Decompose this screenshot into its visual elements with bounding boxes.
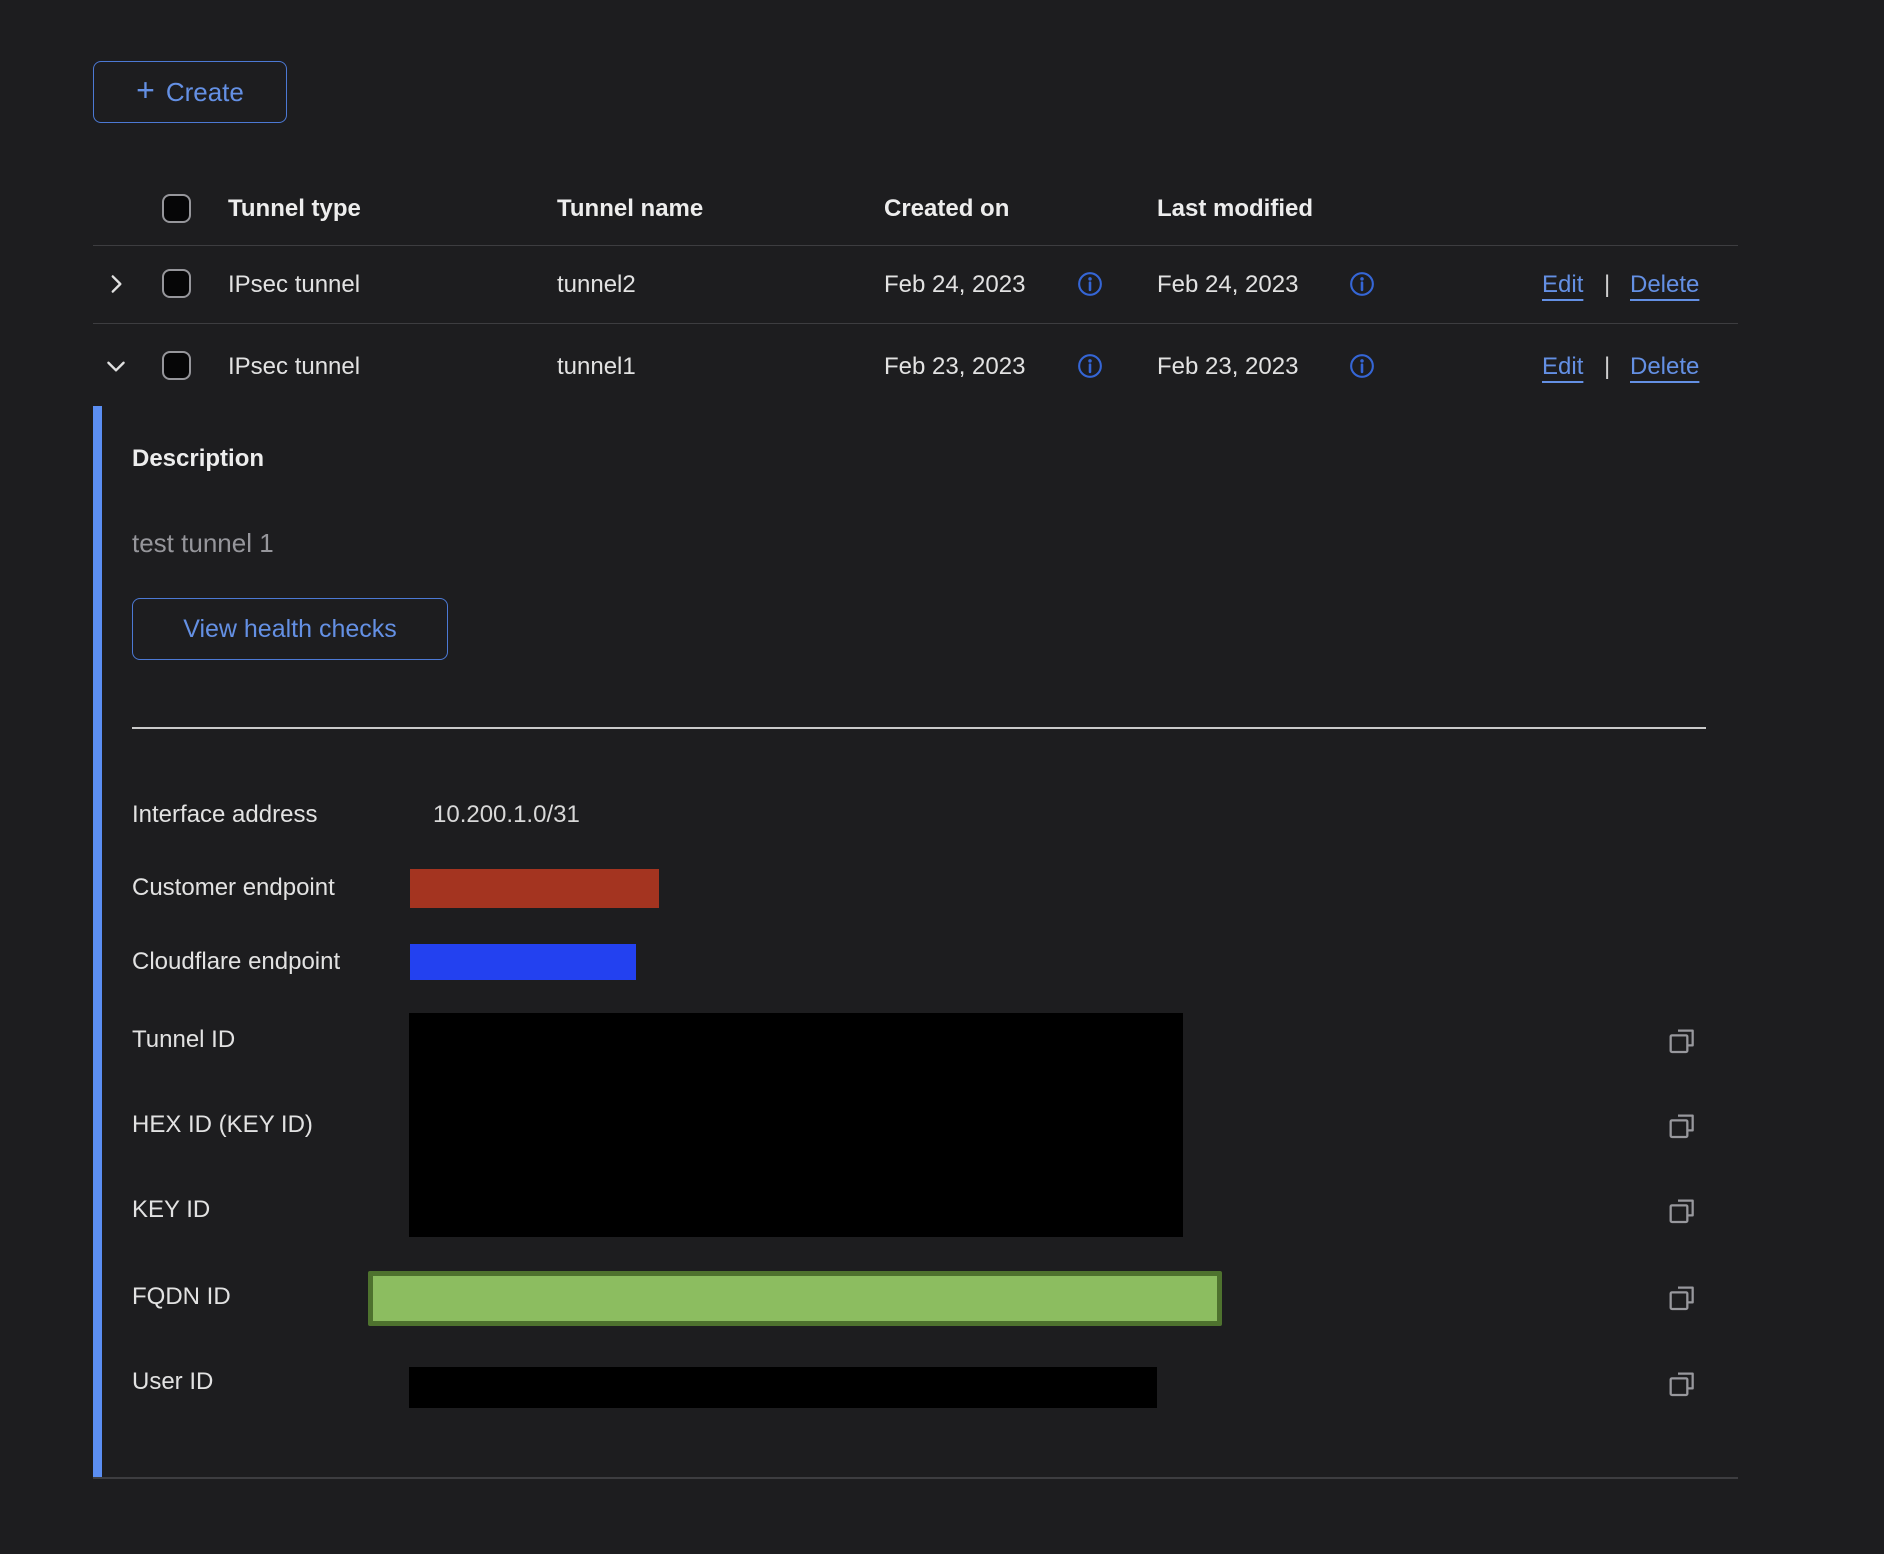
copy-icon (1666, 1367, 1698, 1399)
last-modified-info-icon[interactable] (1348, 270, 1376, 303)
tunnel-id-label: Tunnel ID (132, 1028, 235, 1052)
chevron-down-icon (103, 353, 129, 379)
last-modified-info-icon[interactable] (1348, 352, 1376, 385)
copy-user-id-button[interactable] (1666, 1367, 1698, 1399)
row-tunnel1-checkbox[interactable] (162, 351, 191, 380)
copy-icon (1666, 1194, 1698, 1226)
copy-icon (1666, 1281, 1698, 1313)
header-tunnel-type: Tunnel type (228, 197, 361, 221)
header-divider (93, 245, 1738, 246)
user-id-redacted-value (409, 1367, 1157, 1408)
row-tunnel2-type: IPsec tunnel (228, 273, 360, 297)
interface-address-value: 10.200.1.0/31 (433, 803, 580, 827)
fqdn-id-redacted-value (368, 1271, 1222, 1326)
chevron-right-icon (103, 271, 129, 297)
description-label: Description (132, 447, 264, 471)
key-id-label: KEY ID (132, 1198, 210, 1222)
create-button-label: Create (166, 77, 244, 108)
row-divider (93, 323, 1738, 324)
actions-separator: | (1604, 273, 1610, 297)
select-all-checkbox[interactable] (162, 194, 191, 223)
row-tunnel1-collapse-button[interactable] (103, 353, 129, 379)
copy-icon (1666, 1109, 1698, 1141)
header-tunnel-name: Tunnel name (557, 197, 703, 221)
customer-endpoint-redacted-value (410, 869, 659, 908)
interface-address-label: Interface address (132, 803, 317, 827)
fqdn-id-label: FQDN ID (132, 1285, 231, 1309)
row-tunnel2-checkbox[interactable] (162, 269, 191, 298)
view-health-checks-label: View health checks (183, 615, 397, 644)
row-tunnel1-name: tunnel1 (557, 355, 636, 379)
row-tunnel2-edit-link[interactable]: Edit (1542, 273, 1583, 297)
user-id-label: User ID (132, 1370, 213, 1394)
row-tunnel1-created-on: Feb 23, 2023 (884, 355, 1025, 379)
customer-endpoint-label: Customer endpoint (132, 876, 335, 900)
copy-key-id-button[interactable] (1666, 1194, 1698, 1226)
description-value: test tunnel 1 (132, 530, 274, 556)
created-on-info-icon[interactable] (1076, 270, 1104, 303)
plus-icon: + (136, 72, 155, 109)
row-tunnel2-delete-link[interactable]: Delete (1630, 273, 1699, 297)
row-tunnel1-last-modified: Feb 23, 2023 (1157, 355, 1298, 379)
ids-redacted-value (409, 1013, 1183, 1237)
hex-id-label: HEX ID (KEY ID) (132, 1113, 313, 1137)
copy-tunnel-id-button[interactable] (1666, 1024, 1698, 1056)
detail-section-divider (132, 727, 1706, 729)
cloudflare-endpoint-label: Cloudflare endpoint (132, 950, 340, 974)
actions-separator: | (1604, 355, 1610, 379)
row-tunnel1-type: IPsec tunnel (228, 355, 360, 379)
expanded-row-indicator (93, 406, 102, 1477)
row-tunnel2-name: tunnel2 (557, 273, 636, 297)
row-tunnel1-delete-link[interactable]: Delete (1630, 355, 1699, 379)
row-tunnel2-last-modified: Feb 24, 2023 (1157, 273, 1298, 297)
create-button[interactable]: + Create (93, 61, 287, 123)
panel-bottom-divider (93, 1477, 1738, 1479)
header-created-on: Created on (884, 197, 1009, 221)
header-last-modified: Last modified (1157, 197, 1313, 221)
row-tunnel1-edit-link[interactable]: Edit (1542, 355, 1583, 379)
row-tunnel2-expand-button[interactable] (103, 271, 129, 297)
row-tunnel2-created-on: Feb 24, 2023 (884, 273, 1025, 297)
view-health-checks-button[interactable]: View health checks (132, 598, 448, 660)
copy-hex-id-button[interactable] (1666, 1109, 1698, 1141)
cloudflare-endpoint-redacted-value (410, 944, 636, 980)
copy-fqdn-id-button[interactable] (1666, 1281, 1698, 1313)
created-on-info-icon[interactable] (1076, 352, 1104, 385)
tunnels-page: + Create Tunnel type Tunnel name Created… (0, 0, 1884, 1554)
copy-icon (1666, 1024, 1698, 1056)
